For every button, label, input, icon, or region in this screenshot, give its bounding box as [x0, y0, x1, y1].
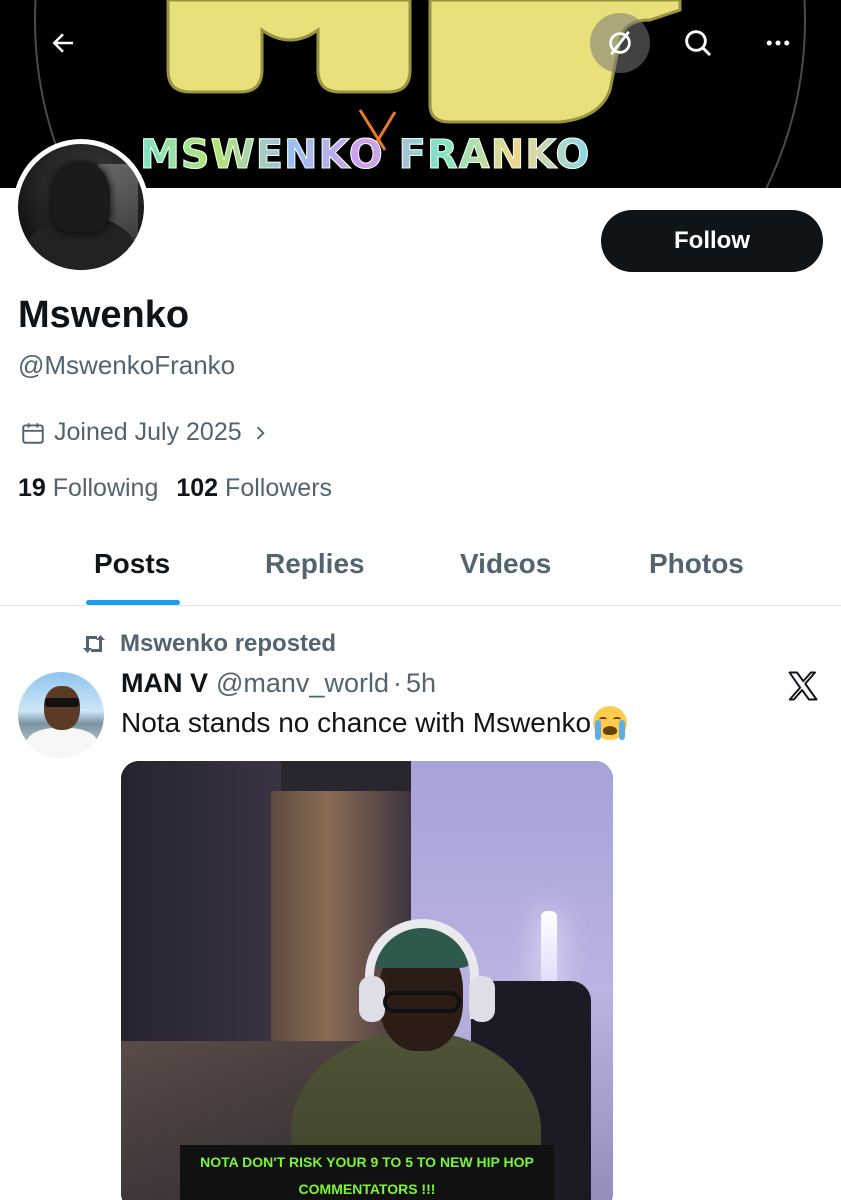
display-name: Mswenko — [18, 294, 190, 336]
video-caption: NOTA DON'T RISK YOUR 9 TO 5 TO NEW HIP H… — [121, 1145, 613, 1200]
post-author-avatar[interactable] — [18, 672, 104, 758]
more-horizontal-icon — [766, 40, 790, 46]
post-author-handle[interactable]: @manv_world — [216, 668, 389, 699]
arrow-left-icon — [52, 33, 73, 53]
tab-videos[interactable]: Videos — [460, 548, 551, 580]
chevron-right-icon — [256, 426, 265, 439]
back-button[interactable] — [33, 13, 93, 73]
followers-link[interactable]: 102 Followers — [176, 474, 332, 503]
x-logo-icon[interactable] — [785, 668, 821, 709]
banner-title: MSWENKO FRANKO — [139, 132, 591, 179]
search-icon — [685, 30, 712, 57]
repost-label: Mswenko reposted — [120, 630, 337, 657]
post-body: Nota stands no chance with Mswenko — [121, 707, 592, 738]
caption-line-1: NOTA DON'T RISK YOUR 9 TO 5 TO NEW HIP H… — [190, 1149, 544, 1176]
following-label: Following — [52, 474, 159, 502]
grok-button[interactable] — [590, 13, 650, 73]
post-separator: · — [392, 668, 402, 698]
search-button[interactable] — [668, 13, 728, 73]
profile-tabs: Posts Replies Videos Photos — [0, 530, 841, 606]
follow-button[interactable]: Follow — [601, 210, 823, 272]
tab-replies[interactable]: Replies — [265, 548, 365, 580]
joined-date[interactable]: Joined July 2025 — [20, 418, 270, 447]
post-text: Nota stands no chance with Mswenko — [121, 706, 628, 740]
follow-stats: 19 Following 102 Followers — [18, 474, 332, 503]
tab-posts[interactable]: Posts — [94, 548, 170, 580]
active-tab-indicator — [86, 600, 180, 605]
more-button[interactable] — [748, 13, 808, 73]
caption-line-2: COMMENTATORS !!! — [288, 1176, 446, 1200]
post-author-name[interactable]: MAN V — [121, 668, 208, 699]
repost-indicator[interactable]: Mswenko reposted — [80, 630, 336, 658]
post-header: MAN V @manv_world · 5h — [121, 668, 436, 699]
repost-icon — [83, 635, 105, 653]
following-count: 19 — [18, 474, 46, 502]
crying-face-emoji — [593, 706, 628, 740]
profile-handle: @MswenkoFranko — [18, 350, 236, 380]
profile-avatar[interactable] — [13, 139, 149, 275]
grok-icon — [609, 30, 631, 56]
avatar-image — [18, 144, 144, 270]
post-timestamp[interactable]: 5h — [406, 668, 436, 699]
followers-label: Followers — [225, 474, 333, 502]
calendar-icon — [22, 422, 44, 444]
post-video[interactable]: NOTA DON'T RISK YOUR 9 TO 5 TO NEW HIP H… — [121, 761, 613, 1200]
followers-count: 102 — [176, 474, 219, 502]
tab-photos[interactable]: Photos — [649, 548, 744, 580]
following-link[interactable]: 19 Following — [18, 474, 158, 503]
joined-label: Joined July 2025 — [54, 418, 242, 446]
